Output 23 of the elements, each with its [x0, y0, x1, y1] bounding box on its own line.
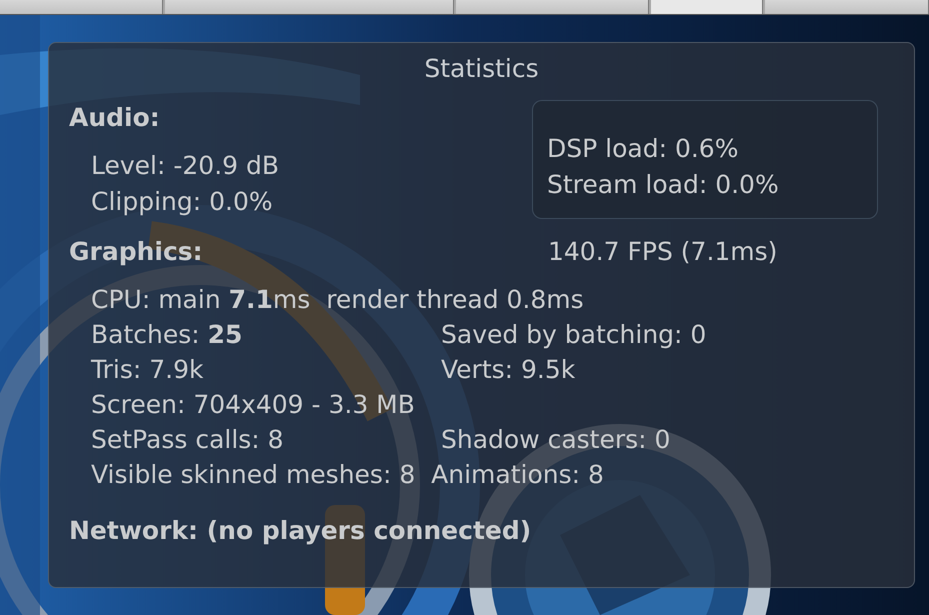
- stat-text: Level: -20.9 dB: [91, 150, 280, 182]
- stat-text: CPU: main 7.1ms render thread 0.8ms: [91, 284, 584, 316]
- tab[interactable]: [164, 0, 454, 14]
- section-heading: Graphics:: [69, 237, 204, 266]
- stat-text: Batches: 25: [91, 319, 244, 351]
- stat-text: Verts: 9.5k: [441, 354, 576, 386]
- section-heading: Audio:: [69, 103, 161, 132]
- panel-title: Statistics: [423, 53, 540, 85]
- stat-text: Visible skinned meshes: 8 Animations: 8: [91, 459, 604, 491]
- section-heading: Network: (no players connected): [69, 516, 532, 545]
- fps-text: 140.7 FPS (7.1ms): [548, 237, 778, 266]
- stat-text: Screen: 704x409 - 3.3 MB: [91, 389, 416, 421]
- tab[interactable]: [456, 0, 649, 14]
- stat-text: Shadow casters: 0: [441, 424, 670, 456]
- stat-text: Tris: 7.9k: [91, 354, 204, 386]
- tab[interactable]: [0, 0, 163, 14]
- stat-text: Saved by batching: 0: [441, 319, 706, 351]
- stat-text: Clipping: 0.0%: [91, 186, 274, 218]
- tab[interactable]: [650, 0, 764, 14]
- stat-text: SetPass calls: 8: [91, 424, 285, 456]
- stat-text: Stream load: 0.0%: [547, 169, 780, 201]
- stat-text: DSP load: 0.6%: [547, 133, 740, 165]
- tab[interactable]: [765, 0, 929, 14]
